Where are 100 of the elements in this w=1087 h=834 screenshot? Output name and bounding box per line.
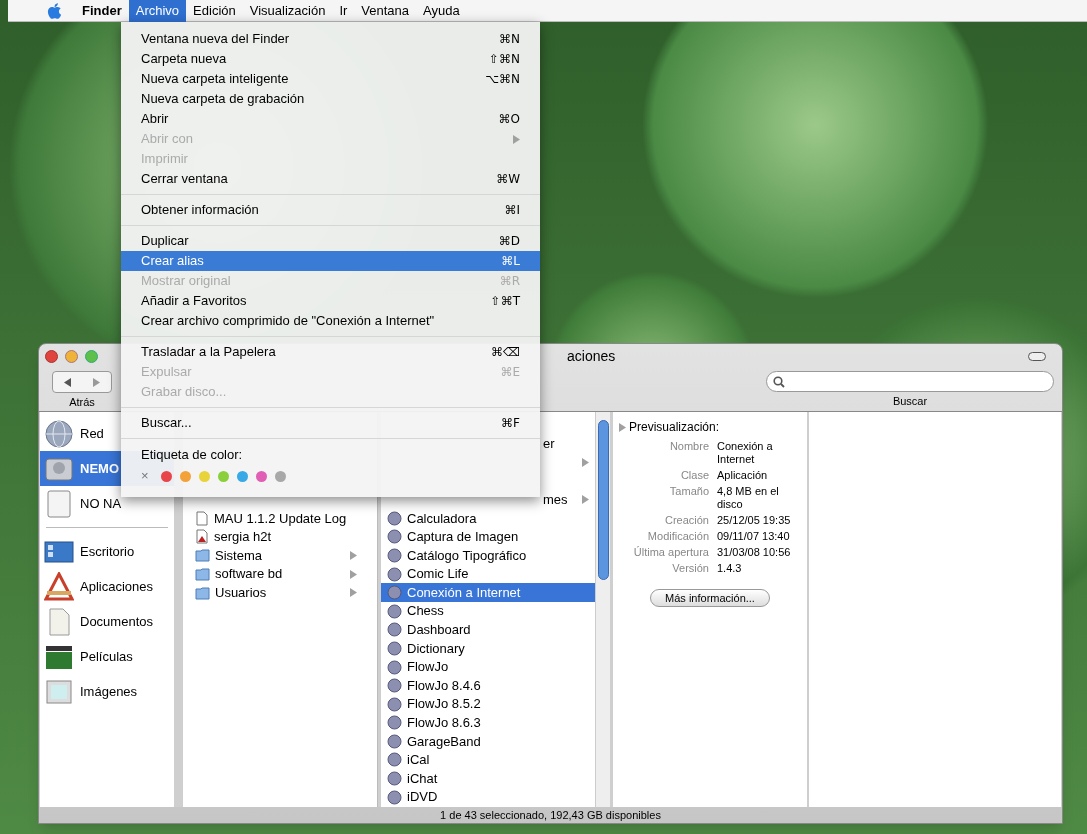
file-row[interactable]: Calculadora (381, 508, 595, 528)
submenu-arrow-icon (513, 134, 520, 144)
file-row[interactable]: iDVD (381, 787, 595, 807)
field-label: Creación (663, 514, 709, 527)
file-row[interactable]: Chess (381, 601, 595, 621)
apple-icon[interactable] (46, 1, 63, 20)
file-row[interactable]: FlowJo 8.6.3 (381, 713, 595, 733)
app-icon (387, 510, 402, 526)
menu-item[interactable]: Crear alias ⌘L (121, 251, 540, 271)
app-icon (387, 696, 402, 712)
file-row[interactable]: Catálogo Tipográfico (381, 546, 595, 565)
field-value: 25/12/05 19:35 (717, 514, 792, 527)
folder-icon (195, 567, 210, 582)
window-title: aciones (567, 347, 616, 366)
sidebar-item[interactable]: Documentos (40, 604, 174, 639)
app-icon (387, 771, 402, 787)
field-value: 1.4.3 (717, 562, 743, 575)
file-row[interactable]: iChat (381, 769, 595, 788)
menu-title[interactable]: Ir (332, 0, 355, 22)
sidebar-item[interactable]: Películas (40, 639, 174, 674)
file-row[interactable]: FlowJo 8.5.2 (381, 694, 595, 714)
menu-item[interactable]: Trasladar a la Papelera ⌘⌫ (121, 342, 540, 362)
disclosure-triangle-icon (619, 422, 626, 432)
file-row[interactable]: FlowJo 8.4.6 (381, 676, 595, 695)
no-label-option[interactable]: × (141, 466, 149, 486)
file-row[interactable]: Sistema (183, 546, 377, 565)
status-text: 1 de 43 seleccionado, 192,43 GB disponibles (440, 807, 661, 823)
disclosure-arrow-icon (582, 458, 589, 467)
menu-title[interactable]: Finder (75, 0, 129, 22)
app-icon (387, 640, 402, 656)
app-icon (387, 678, 402, 694)
file-row[interactable]: software bd (183, 564, 377, 584)
field-value: Conexión a Internet (717, 440, 774, 466)
file-row[interactable]: iCal (381, 750, 595, 770)
zoom-button[interactable] (85, 350, 98, 363)
field-label: Tamaño (668, 485, 709, 499)
minimize-button[interactable] (65, 350, 78, 363)
file-row[interactable]: Comic Life (381, 564, 595, 584)
field-label: Modificación (646, 530, 709, 543)
app-icon (387, 659, 402, 675)
drive-icon (44, 488, 74, 519)
file-row[interactable]: Usuarios (183, 583, 377, 602)
globe-icon (44, 418, 74, 449)
menu-item[interactable]: Nueva carpeta de grabación (121, 89, 540, 109)
back-arrow-icon (64, 377, 71, 387)
close-button[interactable] (45, 350, 58, 363)
menu-item[interactable]: Duplicar ⌘D (121, 231, 540, 251)
document-icon (195, 510, 209, 526)
search-field[interactable] (766, 371, 1054, 392)
menu-title[interactable]: Ventana (354, 0, 417, 22)
menu-title[interactable]: Ayuda (416, 0, 467, 22)
menu-item[interactable]: Crear archivo comprimido de "Conexión a Internet" (121, 311, 540, 331)
more-info-button[interactable]: Más información... (650, 589, 770, 607)
menu-title[interactable]: Edición (186, 0, 243, 22)
app-icon (387, 789, 402, 805)
app-icon (387, 733, 402, 749)
app-icon (387, 622, 402, 638)
sidebar-item[interactable]: Imágenes (40, 674, 174, 709)
file-row[interactable]: Captura de Imagen (381, 527, 595, 547)
menu-item[interactable]: Buscar... ⌘F (121, 413, 540, 433)
field-label: Nombre (668, 440, 709, 454)
app-icon (387, 547, 402, 563)
menu-item[interactable]: Abrir ⌘O (121, 109, 540, 129)
folder-icon (195, 548, 210, 563)
field-label: Última apertura (632, 546, 709, 559)
disclosure-arrow-icon (582, 495, 589, 505)
app-icon (387, 752, 402, 768)
file-row[interactable]: MAU 1.1.2 Update Log (183, 508, 377, 528)
file-row[interactable]: FlowJo (381, 657, 595, 677)
sidebar-item[interactable]: Escritorio (40, 534, 174, 569)
file-row[interactable]: Conexión a Internet (381, 583, 595, 602)
file-row[interactable]: sergia h2t (183, 527, 377, 547)
file-row[interactable]: Dictionary (381, 639, 595, 658)
folder-icon (195, 585, 210, 600)
app-icon (387, 529, 402, 545)
toolbar-toggle-button[interactable] (1028, 352, 1046, 361)
field-value: Aplicación (717, 469, 769, 482)
menu-item[interactable]: Carpeta nueva ⇧⌘N (121, 49, 540, 69)
file-row[interactable]: Dashboard (381, 620, 595, 640)
preview-heading: Previsualización: (629, 419, 720, 436)
app-icon (387, 603, 402, 619)
back-label: Atrás (69, 395, 95, 410)
menu-item[interactable]: Ventana nueva del Finder ⌘N (121, 29, 540, 49)
back-forward-button[interactable] (52, 371, 112, 393)
search-icon (773, 375, 785, 388)
menu-item[interactable]: Añadir a Favoritos ⇧⌘T (121, 291, 540, 311)
menu-title[interactable]: Archivo (128, 0, 187, 22)
field-value: 31/03/08 10:56 (717, 546, 792, 559)
sidebar-item[interactable]: Aplicaciones (40, 569, 174, 604)
forward-arrow-icon (93, 377, 100, 387)
sidebar-item[interactable]: NO NA (40, 486, 174, 521)
file-row[interactable]: GarageBand (381, 732, 595, 751)
menu-title[interactable]: Visualización (242, 0, 333, 22)
field-label: Clase (679, 469, 709, 482)
menu-item[interactable]: Nueva carpeta inteligente ⌥⌘N (121, 69, 540, 89)
field-value: 4,8 MB en el disco (717, 485, 780, 511)
app-icon (387, 715, 402, 731)
menu-item[interactable]: Obtener información ⌘I (121, 200, 540, 220)
scroll-thumb[interactable] (598, 420, 609, 580)
menu-item[interactable]: Cerrar ventana ⌘W (121, 169, 540, 189)
